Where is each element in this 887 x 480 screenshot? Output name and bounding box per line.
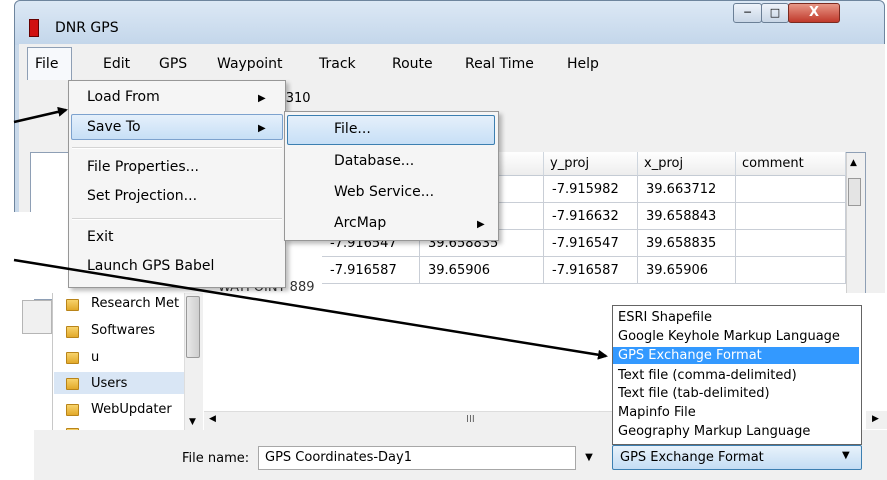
maximize-icon: □ (769, 6, 781, 19)
submenu-arrow-icon: ▶ (258, 123, 266, 134)
column-header-x-proj[interactable]: x_proj (638, 152, 736, 176)
submenu-arrow-icon: ▶ (258, 93, 266, 104)
file-menu (68, 80, 286, 288)
app-icon (29, 19, 39, 37)
table-cell[interactable]: 39.65906 (638, 257, 736, 284)
scroll-grip[interactable]: III (466, 414, 475, 425)
file-type-selected-value: GPS Exchange Format (620, 450, 764, 465)
file-type-option[interactable]: Text file (tab-delimited) (613, 385, 859, 402)
folder-icon (66, 404, 79, 416)
folder-item[interactable]: WebUpdater (91, 402, 172, 417)
menu-separator (72, 218, 282, 220)
file-type-option[interactable]: Google Keyhole Markup Language (613, 328, 859, 345)
menu-waypoint[interactable]: Waypoint (217, 56, 283, 72)
table-cell[interactable]: -7.916632 (544, 203, 638, 230)
scroll-left-icon[interactable]: ◀ (209, 414, 216, 424)
folder-item[interactable]: Research Met (91, 296, 179, 311)
maximize-button[interactable]: □ (761, 3, 789, 23)
window-title: DNR GPS (55, 20, 119, 36)
file-name-input[interactable]: GPS Coordinates-Day1 (258, 446, 576, 470)
folder-icon (66, 326, 79, 338)
table-scrollbar[interactable] (846, 153, 865, 300)
minimize-button[interactable]: ─ (733, 3, 762, 23)
table-cell[interactable]: 39.663712 (638, 176, 736, 203)
table-cell[interactable] (736, 203, 846, 230)
dialog-nav-pane (22, 300, 52, 334)
menu-bar (19, 44, 885, 80)
file-list-hscroll[interactable] (204, 411, 624, 430)
menu-item-launch-gps-babel[interactable]: Launch GPS Babel (87, 258, 214, 274)
menu-track[interactable]: Track (319, 56, 356, 72)
table-cell[interactable] (736, 230, 846, 257)
table-cell[interactable] (736, 176, 846, 203)
menu-file[interactable]: File (35, 56, 58, 72)
file-type-option[interactable]: Text file (comma-delimited) (613, 367, 859, 384)
table-scroll-thumb[interactable] (848, 178, 861, 206)
menu-item-file[interactable]: File... (334, 121, 371, 137)
folder-item[interactable]: Softwares (91, 323, 155, 338)
menu-item-set-projection[interactable]: Set Projection... (87, 188, 197, 204)
menu-item-exit[interactable]: Exit (87, 229, 114, 245)
close-button[interactable]: X (788, 3, 840, 23)
table-cell[interactable]: 39.658843 (638, 203, 736, 230)
file-type-option-selected[interactable]: GPS Exchange Format (613, 347, 859, 364)
table-cell[interactable]: -7.915982 (544, 176, 638, 203)
folder-icon (66, 352, 79, 364)
table-cell[interactable]: -7.916587 (544, 257, 638, 284)
table-cell[interactable]: 39.65906 (420, 257, 544, 284)
menu-route[interactable]: Route (392, 56, 433, 72)
submenu-arrow-icon: ▶ (477, 219, 485, 230)
minimize-icon: ─ (744, 6, 751, 19)
menu-item-file-properties[interactable]: File Properties... (87, 159, 199, 175)
folder-tree-scroll-thumb[interactable] (186, 296, 200, 358)
table-cell[interactable]: -7.916547 (544, 230, 638, 257)
file-type-option[interactable]: Mapinfo File (613, 404, 859, 421)
table-cell[interactable] (736, 257, 846, 284)
folder-icon (66, 299, 79, 311)
scroll-right-icon[interactable]: ▶ (872, 414, 879, 424)
column-header-comment[interactable]: comment (736, 152, 846, 176)
folder-icon (66, 378, 79, 390)
menu-help[interactable]: Help (567, 56, 599, 72)
table-cell[interactable]: 39.658835 (638, 230, 736, 257)
table-cell[interactable]: -7.916587 (322, 257, 420, 284)
column-header-y-proj[interactable]: y_proj (544, 152, 638, 176)
menu-item-highlight (287, 115, 495, 145)
menu-item-arcmap[interactable]: ArcMap (334, 215, 386, 231)
file-type-option[interactable]: Geography Markup Language (613, 423, 859, 440)
chevron-down-icon[interactable]: ▼ (842, 450, 850, 461)
file-type-option[interactable]: ESRI Shapefile (613, 309, 859, 326)
menu-real-time[interactable]: Real Time (465, 56, 534, 72)
menu-item-save-to[interactable]: Save To (87, 119, 141, 135)
folder-item-selected[interactable]: Users (91, 376, 127, 391)
menu-separator (72, 147, 282, 149)
menu-edit[interactable]: Edit (103, 56, 130, 72)
dialog-left-strip (0, 212, 34, 480)
scroll-up-icon[interactable]: ▲ (850, 158, 857, 168)
menu-gps[interactable]: GPS (159, 56, 187, 72)
menu-item-load-from[interactable]: Load From (87, 89, 160, 105)
scroll-down-icon[interactable]: ▼ (189, 417, 196, 427)
folder-item[interactable]: u (91, 350, 99, 365)
menu-item-database[interactable]: Database... (334, 153, 414, 169)
chevron-down-icon[interactable]: ▼ (578, 446, 600, 470)
close-icon: X (808, 5, 820, 20)
file-name-label: File name: (182, 451, 250, 466)
menu-item-web-service[interactable]: Web Service... (334, 184, 434, 200)
